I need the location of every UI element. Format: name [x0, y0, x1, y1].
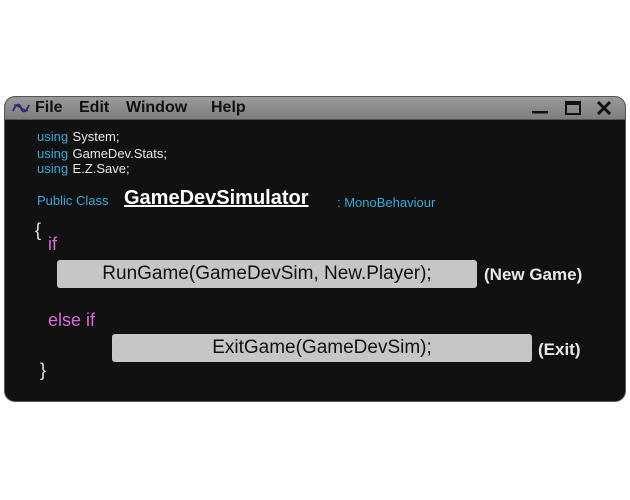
exit-button[interactable]: ExitGame(GameDevSim); [112, 334, 532, 362]
menu-window[interactable]: Window [126, 98, 187, 118]
close-brace: } [40, 360, 47, 380]
menu-edit[interactable]: Edit [79, 98, 109, 118]
namespace-name: E.Z.Save; [72, 161, 130, 176]
namespace-name: System; [72, 129, 120, 144]
base-class: : MonoBehaviour [337, 195, 436, 210]
open-brace: { [35, 220, 42, 240]
new-game-label: (New Game) [484, 265, 583, 284]
using-line: using E.Z.Save; [37, 160, 130, 178]
using-keyword: using [37, 161, 69, 176]
maximize-icon[interactable] [562, 100, 584, 116]
game-window: File Edit Window Help using System; usin… [5, 97, 625, 401]
if-keyword: if [48, 234, 57, 254]
namespace-name: GameDev.Stats; [72, 146, 167, 161]
new-game-button[interactable]: RunGame(GameDevSim, New.Player); [57, 260, 477, 288]
else-if-keyword: else if [48, 310, 96, 330]
menu-help[interactable]: Help [211, 98, 246, 118]
close-icon[interactable] [593, 100, 615, 116]
exit-label: (Exit) [538, 340, 581, 359]
minimize-icon[interactable] [529, 100, 551, 116]
logo-icon [12, 103, 30, 113]
class-keyword: Public Class [37, 193, 109, 208]
menu-file[interactable]: File [35, 98, 63, 118]
game-title: GameDevSimulator [124, 187, 309, 209]
menu-bar: File Edit Window Help [5, 97, 625, 120]
using-line: using System; [37, 128, 120, 146]
using-keyword: using [37, 146, 69, 161]
using-keyword: using [37, 129, 69, 144]
code-editor: using System; using GameDev.Stats; using… [5, 120, 625, 401]
